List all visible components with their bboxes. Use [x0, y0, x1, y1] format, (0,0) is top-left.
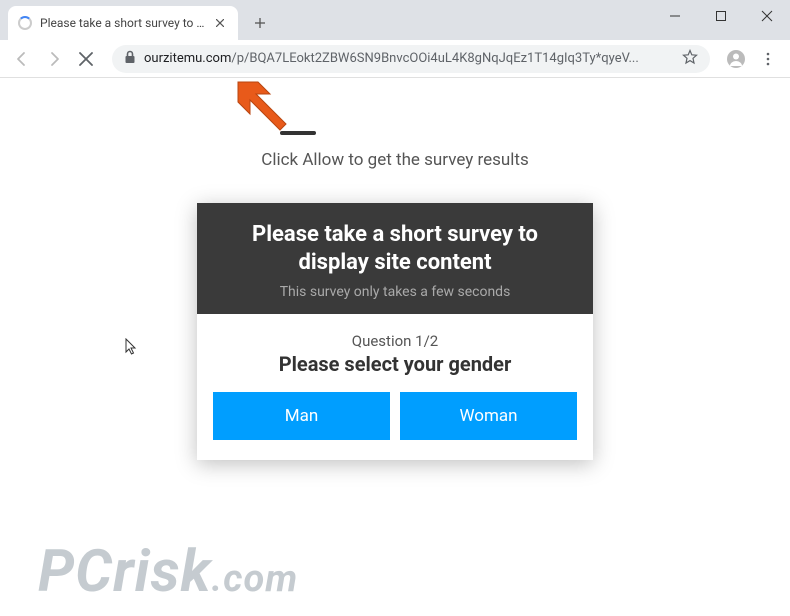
tab-title: Please take a short survey to disp [40, 16, 208, 30]
survey-title: Please take a short survey to display si… [213, 221, 577, 276]
star-icon [682, 49, 698, 65]
question-text: Please select your gender [213, 352, 577, 376]
close-icon [761, 10, 773, 22]
watermark: PCrisk.com [38, 538, 298, 606]
close-icon [216, 19, 224, 27]
answer-man-button[interactable]: Man [213, 392, 390, 440]
loading-spinner-icon [18, 16, 32, 30]
stop-button[interactable] [72, 45, 100, 73]
page-content: Click Allow to get the survey results Pl… [0, 78, 790, 616]
survey-subtitle: This survey only takes a few seconds [213, 284, 577, 300]
address-bar[interactable]: ourzitemu.com/p/BQA7LEokt2ZBW6SN9BnvcOOi… [112, 45, 710, 73]
maximize-button[interactable] [698, 0, 744, 32]
url-path: /p/BQA7LEokt2ZBW6SN9BnvcOOi4uL4K8gNqJqEz… [231, 51, 638, 66]
annotation-arrow-icon [232, 78, 292, 138]
cursor-icon [125, 338, 139, 360]
forward-button[interactable] [40, 45, 68, 73]
watermark-brand: PCrisk [38, 538, 212, 606]
browser-tab[interactable]: Please take a short survey to disp [8, 6, 238, 40]
allow-instruction-text: Click Allow to get the survey results [0, 150, 790, 170]
browser-toolbar: ourzitemu.com/p/BQA7LEokt2ZBW6SN9BnvcOOi… [0, 40, 790, 78]
answer-row: Man Woman [213, 392, 577, 440]
arrow-right-icon [46, 51, 62, 67]
survey-modal: Please take a short survey to display si… [197, 203, 593, 460]
minimize-icon [669, 10, 681, 22]
answer-woman-button[interactable]: Woman [400, 392, 577, 440]
survey-title-line1: Please take a short survey to [252, 222, 538, 247]
watermark-tld: .com [212, 557, 299, 601]
url-domain: ourzitemu.com [144, 51, 231, 66]
back-button[interactable] [8, 45, 36, 73]
survey-header: Please take a short survey to display si… [197, 203, 593, 314]
arrow-left-icon [14, 51, 30, 67]
menu-button[interactable] [754, 45, 782, 73]
question-number: Question 1/2 [213, 332, 577, 350]
maximize-icon [715, 10, 727, 22]
plus-icon [254, 17, 266, 29]
close-icon [79, 52, 93, 66]
tab-close-button[interactable] [212, 15, 228, 31]
survey-body: Question 1/2 Please select your gender M… [197, 314, 593, 460]
close-window-button[interactable] [744, 0, 790, 32]
survey-title-line2: display site content [298, 250, 491, 275]
new-tab-button[interactable] [246, 9, 274, 37]
window-controls [652, 0, 790, 32]
bookmark-button[interactable] [682, 49, 698, 69]
kebab-icon [761, 52, 775, 66]
minimize-button[interactable] [652, 0, 698, 32]
avatar-icon [726, 49, 746, 69]
profile-button[interactable] [722, 45, 750, 73]
url-text: ourzitemu.com/p/BQA7LEokt2ZBW6SN9BnvcOOi… [144, 51, 674, 66]
lock-icon [124, 50, 136, 68]
